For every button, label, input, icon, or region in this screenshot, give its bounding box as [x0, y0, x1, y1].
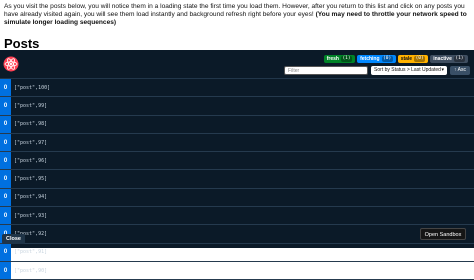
chip-label: fresh	[326, 56, 339, 62]
query-key: ["post",99]	[14, 102, 48, 109]
observer-count-badge: 0	[0, 170, 11, 188]
query-row[interactable]: 0 ["post",100]	[0, 79, 474, 98]
query-row[interactable]: 0 ["post",98]	[0, 115, 474, 134]
status-chip-stale: stale (0)	[397, 55, 429, 63]
close-devtools-button[interactable]: Close	[2, 234, 25, 244]
sort-select[interactable]: Sort by Status > Last Updated ▾	[371, 66, 448, 75]
intro-text: As you visit the posts below, you will n…	[4, 3, 470, 28]
chip-count: (0)	[414, 56, 426, 62]
observer-count-badge: 0	[0, 115, 11, 133]
status-chips: fresh (1) fetching (0) stale (0) inactiv…	[323, 55, 468, 63]
query-key: ["post",100]	[14, 84, 51, 91]
query-row[interactable]: 0 ["post",90]	[0, 261, 474, 280]
query-row[interactable]: 0 ["post",93]	[0, 207, 474, 226]
query-key: ["post",95]	[14, 176, 48, 183]
query-key: ["post",93]	[14, 212, 48, 219]
chip-label: fetching	[360, 56, 380, 62]
query-key: ["post",90]	[14, 267, 48, 274]
query-row[interactable]: 0 ["post",95]	[0, 170, 474, 189]
query-row[interactable]: 0 ["post",94]	[0, 188, 474, 208]
chip-count: (1)	[453, 56, 465, 62]
query-row[interactable]: 0["post",92]	[0, 225, 474, 244]
query-key: ["post",96]	[14, 157, 48, 164]
status-chip-fresh: fresh (1)	[323, 55, 356, 63]
observer-count-badge: 0	[0, 207, 11, 225]
filter-input[interactable]	[284, 66, 369, 75]
chip-count: (0)	[381, 56, 393, 62]
sort-order-button[interactable]: ↑ Asc	[450, 66, 470, 75]
status-chip-inactive: inactive (1)	[430, 55, 468, 63]
query-row[interactable]: 0 ["post",99]	[0, 97, 474, 116]
query-row[interactable]: 0 ["post",91]	[0, 243, 474, 262]
query-devtools-panel: fresh (1) fetching (0) stale (0) inactiv…	[0, 50, 474, 280]
chip-label: stale	[400, 56, 413, 62]
observer-count-badge: 0	[0, 261, 11, 280]
query-key: ["post",97]	[14, 139, 48, 146]
observer-count-badge: 0	[0, 188, 11, 207]
page-title: Posts	[4, 36, 40, 51]
chip-label: inactive	[433, 56, 452, 62]
observer-count-badge: 0	[0, 79, 11, 97]
status-chip-fetching: fetching (0)	[357, 55, 396, 63]
react-query-logo-icon[interactable]	[3, 56, 19, 72]
observer-count-badge: 0	[0, 97, 11, 115]
observer-count-badge: 0	[0, 133, 11, 152]
observer-count-badge: 0	[0, 243, 11, 261]
query-key: ["post",94]	[14, 194, 48, 201]
devtools-controls: Sort by Status > Last Updated ▾ ↑ Asc	[284, 66, 470, 75]
query-row[interactable]: 0 ["post",96]	[0, 152, 474, 171]
open-sandbox-button[interactable]: Open Sandbox	[420, 228, 466, 240]
query-key: ["post",98]	[14, 121, 48, 128]
devtools-toolbar: fresh (1) fetching (0) stale (0) inactiv…	[0, 50, 474, 79]
sort-select-value: Sort by Status > Last Updated	[374, 67, 441, 73]
chevron-down-icon: ▾	[441, 67, 445, 73]
query-list: 0 ["post",100] 0 ["post",99] 0 ["post",98] …	[0, 79, 474, 280]
query-row[interactable]: 0 ["post",97]	[0, 133, 474, 153]
chip-count: (1)	[340, 56, 353, 62]
query-key: ["post",91]	[14, 249, 48, 256]
observer-count-badge: 0	[0, 152, 11, 170]
